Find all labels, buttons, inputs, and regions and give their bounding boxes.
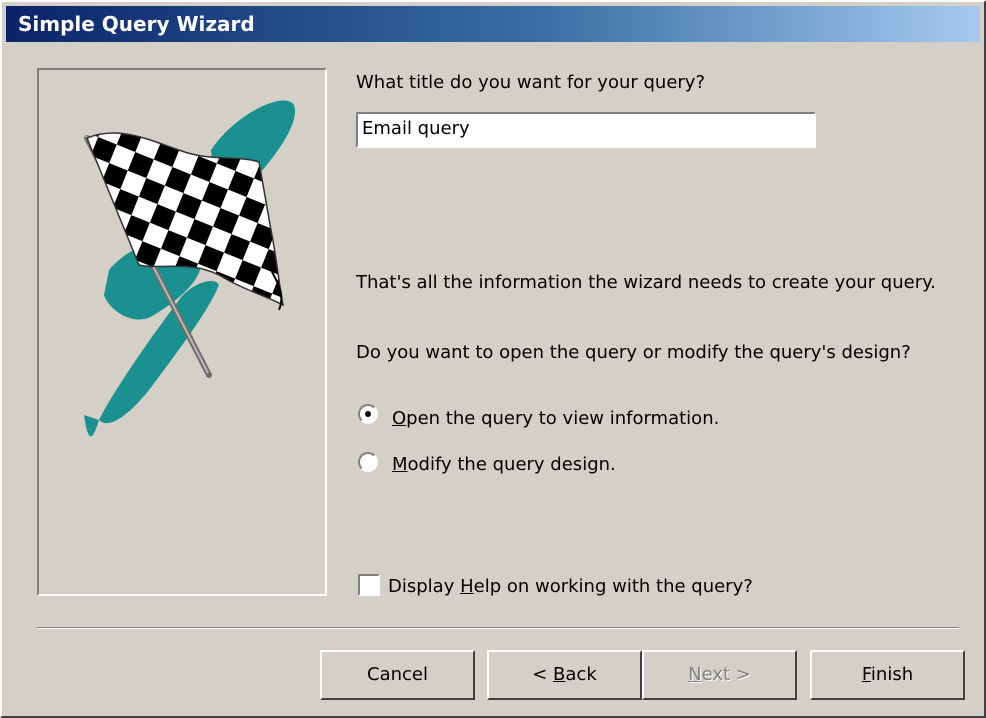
question-text: Do you want to open the query or modify … [356,342,911,363]
finish-button[interactable]: Finish [810,650,965,700]
wizard-window: Simple Query Wizard What title do you wa… [0,0,986,718]
help-checkbox[interactable] [358,574,380,596]
next-button[interactable]: Next > [642,650,797,700]
query-title-input[interactable]: Email query [356,112,816,148]
window-title: Simple Query Wizard [6,6,980,42]
open-query-radio[interactable] [358,404,378,424]
modify-design-label: Modify the query design. [392,454,616,475]
back-button[interactable]: < Back [487,650,642,700]
open-query-label: Open the query to view information. [392,408,720,429]
checkered-flag-icon [84,100,295,437]
separator-line [37,627,959,629]
cancel-button[interactable]: Cancel [320,650,475,700]
wizard-image-panel [37,68,327,596]
title-prompt-label: What title do you want for your query? [356,72,706,93]
modify-design-radio[interactable] [358,452,378,472]
help-checkbox-label[interactable]: Display Help on working with the query? [388,576,753,598]
info-text: That's all the information the wizard ne… [356,272,936,293]
